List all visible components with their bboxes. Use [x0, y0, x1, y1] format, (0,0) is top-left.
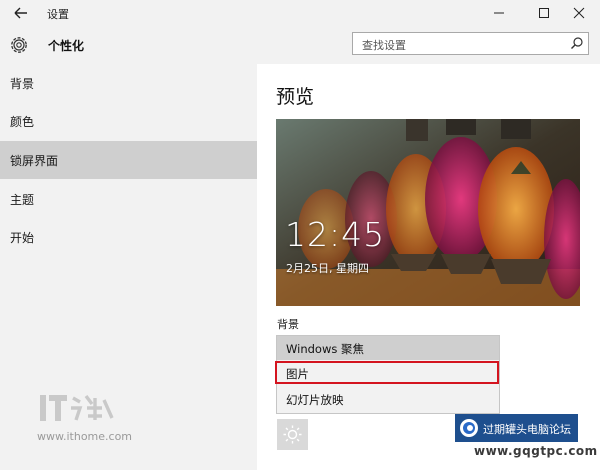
maximize-icon: [539, 8, 549, 18]
search-input[interactable]: 查找设置: [352, 32, 589, 55]
forum-badge: 过期罐头电脑论坛: [455, 414, 578, 442]
sidebar-item-label: 背景: [10, 77, 35, 91]
forum-logo-icon: [460, 419, 478, 437]
section-title: 预览: [276, 86, 315, 108]
search-placeholder: 查找设置: [362, 39, 406, 52]
dropdown-option-label: 幻灯片放映: [286, 393, 344, 407]
background-label: 背景: [277, 318, 299, 331]
minimize-button[interactable]: [484, 2, 514, 24]
arrow-left-icon: [14, 7, 27, 19]
sidebar-item-themes[interactable]: 主题: [0, 180, 257, 218]
back-button[interactable]: [8, 2, 32, 24]
sidebar-item-lock-screen[interactable]: 锁屏界面: [0, 141, 257, 179]
dropdown-option-label: Windows 聚焦: [286, 342, 364, 356]
sidebar: 背景 颜色 锁屏界面 主题 开始: [0, 64, 257, 470]
sidebar-item-start[interactable]: 开始: [0, 218, 257, 256]
background-dropdown-list[interactable]: Windows 聚焦 图片 幻灯片放映: [276, 335, 500, 414]
forum-badge-text: 过期罐头电脑论坛: [483, 423, 571, 436]
sidebar-item-label: 主题: [10, 193, 35, 207]
sidebar-item-label: 锁屏界面: [10, 154, 59, 168]
search-icon[interactable]: [570, 36, 584, 50]
dropdown-option-label: 图片: [286, 367, 309, 381]
lock-screen-time: 12:45: [285, 215, 386, 254]
watermark-url: www.ithome.com: [37, 430, 133, 443]
sidebar-item-background[interactable]: 背景: [0, 64, 257, 102]
sidebar-item-colors[interactable]: 颜色: [0, 102, 257, 140]
close-icon: [573, 7, 585, 19]
gear-icon: [11, 37, 27, 53]
window-title: 设置: [47, 8, 69, 21]
dropdown-option-windows-spotlight[interactable]: Windows 聚焦: [277, 336, 499, 360]
title-bar: 设置: [0, 0, 600, 26]
ithome-logo: [40, 394, 114, 421]
close-button[interactable]: [568, 2, 598, 24]
settings-header: 个性化 查找设置: [0, 26, 600, 64]
dropdown-option-slideshow[interactable]: 幻灯片放映: [277, 387, 499, 411]
maximize-button[interactable]: [529, 2, 559, 24]
lock-screen-date: 2月25日, 星期四: [286, 262, 369, 275]
minimize-icon: [494, 12, 504, 14]
lock-screen-preview: 12:45 2月25日, 星期四: [276, 119, 580, 306]
dropdown-option-picture[interactable]: 图片: [277, 361, 499, 385]
app-select-button[interactable]: [277, 419, 308, 450]
sidebar-item-label: 开始: [10, 231, 35, 245]
page-title: 个性化: [48, 39, 85, 53]
sidebar-item-label: 颜色: [10, 115, 35, 129]
preview-background-image: [276, 119, 580, 306]
forum-site-url: www.gqgtpc.com: [474, 444, 598, 458]
sun-icon: [283, 425, 302, 444]
